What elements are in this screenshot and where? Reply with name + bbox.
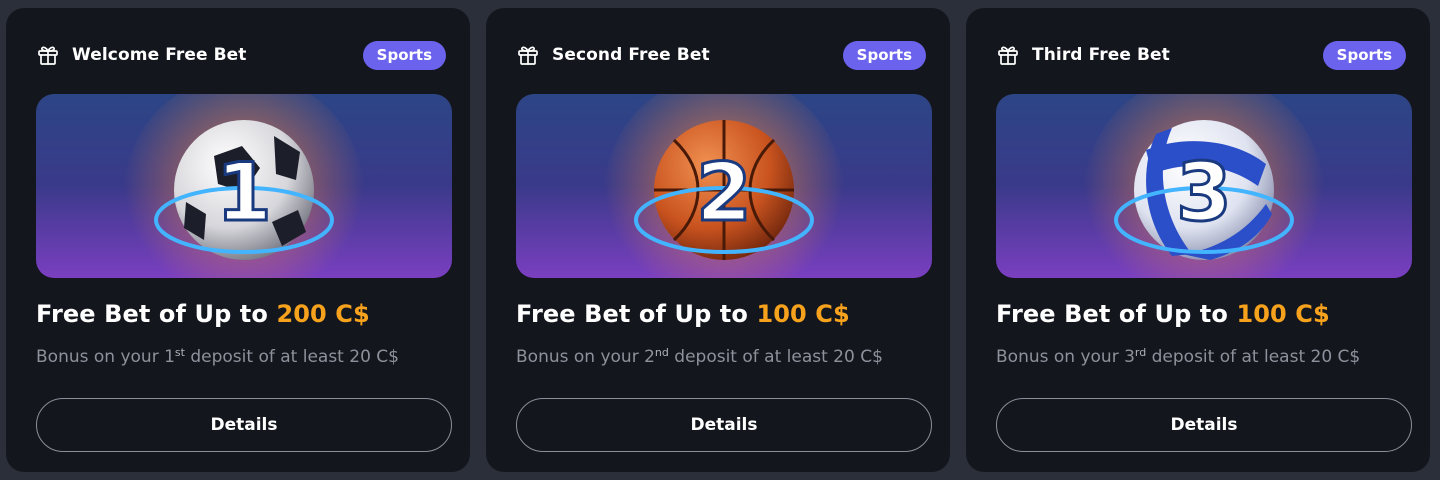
bonus-amount: 200 C$ [276, 300, 370, 328]
free-bet-cards: Welcome Free Bet Sports 1 Free Bet of Up… [0, 0, 1440, 480]
card-header: Third Free Bet Sports [996, 40, 1406, 70]
details-button[interactable]: Details [36, 398, 452, 452]
ball-number: 2 [696, 146, 752, 239]
bonus-condition: Bonus on your 3rd deposit of at least 20… [996, 346, 1360, 367]
condition-text: Bonus on your 2 [516, 347, 655, 367]
headline-prefix: Free Bet of Up to [516, 300, 748, 328]
details-button[interactable]: Details [996, 398, 1412, 452]
headline-prefix: Free Bet of Up to [36, 300, 268, 328]
condition-text-end: deposit of at least 20 C$ [668, 347, 883, 367]
condition-text-end: deposit of at least 20 C$ [1146, 347, 1361, 367]
ordinal-suffix: st [174, 346, 185, 359]
sports-badge: Sports [842, 40, 926, 70]
ball-number: 3 [1176, 146, 1232, 239]
bonus-headline: Free Bet of Up to 200 C$ [36, 300, 370, 328]
volleyball-illustration: 3 [996, 94, 1412, 278]
ball-number: 1 [216, 146, 272, 239]
volleyball-banner: 3 [996, 94, 1412, 278]
free-bet-card-second: Second Free Bet Sports 2 Free Bet of Up … [486, 8, 950, 472]
card-title-group: Second Free Bet [516, 43, 710, 67]
basketball-banner: 2 [516, 94, 932, 278]
condition-text: Bonus on your 1 [36, 347, 175, 367]
bonus-amount: 100 C$ [1236, 300, 1330, 328]
bonus-condition: Bonus on your 1st deposit of at least 20… [36, 346, 399, 367]
bonus-headline: Free Bet of Up to 100 C$ [996, 300, 1330, 328]
sports-badge: Sports [1322, 40, 1406, 70]
bonus-headline: Free Bet of Up to 100 C$ [516, 300, 850, 328]
gift-icon [998, 46, 1018, 65]
soccer-ball-illustration: 1 [36, 94, 452, 278]
headline-prefix: Free Bet of Up to [996, 300, 1228, 328]
soccer-ball-banner: 1 [36, 94, 452, 278]
card-title-group: Third Free Bet [996, 43, 1170, 67]
card-title-group: Welcome Free Bet [36, 43, 247, 67]
card-header: Welcome Free Bet Sports [36, 40, 446, 70]
gift-icon [518, 46, 538, 65]
condition-text-end: deposit of at least 20 C$ [184, 347, 399, 367]
card-title: Welcome Free Bet [72, 45, 247, 65]
gift-icon [38, 46, 58, 65]
ordinal-suffix: nd [654, 346, 669, 359]
details-button[interactable]: Details [516, 398, 932, 452]
free-bet-card-welcome: Welcome Free Bet Sports 1 Free Bet of Up… [6, 8, 470, 472]
card-header: Second Free Bet Sports [516, 40, 926, 70]
sports-badge: Sports [362, 40, 446, 70]
ordinal-suffix: rd [1134, 346, 1147, 359]
free-bet-card-third: Third Free Bet Sports 3 Free Bet of Up t… [966, 8, 1430, 472]
bonus-amount: 100 C$ [756, 300, 850, 328]
card-title: Second Free Bet [552, 45, 710, 65]
condition-text: Bonus on your 3 [996, 347, 1135, 367]
card-title: Third Free Bet [1032, 45, 1170, 65]
bonus-condition: Bonus on your 2nd deposit of at least 20… [516, 346, 883, 367]
basketball-illustration: 2 [516, 94, 932, 278]
